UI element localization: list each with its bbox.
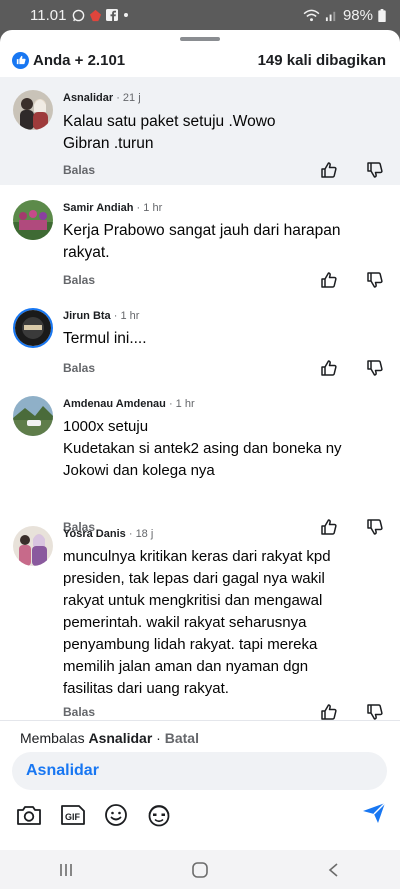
comments-sheet: Anda + 2.101 149 kali dibagikan Asnalida… xyxy=(0,30,400,850)
app-notification-icon xyxy=(90,9,102,21)
comment-text: 1000x setuju Kudetakan si antek2 asing d… xyxy=(63,418,342,479)
comment-meta: Asnalidar · 21 j xyxy=(63,92,141,104)
reply-button[interactable]: Balas xyxy=(63,361,95,375)
emoji-button[interactable] xyxy=(104,803,128,827)
comment-meta: Amdenau Amdenau · 1 hr xyxy=(63,398,195,410)
dislike-icon[interactable] xyxy=(366,703,384,721)
comment-item: Amdenau Amdenau · 1 hr 1000x setuju Kude… xyxy=(0,386,400,535)
comment-time: 18 j xyxy=(135,528,154,540)
reaction-summary-bar: Anda + 2.101 149 kali dibagikan xyxy=(0,47,400,73)
status-bar: 11.01 98% xyxy=(0,0,400,30)
reply-button[interactable]: Balas xyxy=(63,705,95,719)
send-icon xyxy=(363,802,386,823)
dislike-icon[interactable] xyxy=(366,359,384,377)
avatar-sticker-icon xyxy=(148,805,170,827)
dislike-icon[interactable] xyxy=(366,161,384,179)
comment-time: 21 j xyxy=(122,92,141,104)
share-count[interactable]: 149 kali dibagikan xyxy=(258,52,386,69)
gif-button[interactable]: GIF xyxy=(60,804,86,826)
comment-text: Termul ini.... xyxy=(63,330,147,347)
avatar[interactable] xyxy=(13,396,53,436)
like-icon[interactable] xyxy=(320,359,338,377)
comment-meta: Yosra Danis · 18 j xyxy=(63,528,154,540)
cancel-reply-button[interactable]: Batal xyxy=(165,730,199,746)
like-icon[interactable] xyxy=(320,703,338,721)
comment-input[interactable]: Asnalidar xyxy=(12,752,387,790)
gif-icon: GIF xyxy=(61,805,85,825)
commenter-name[interactable]: Yosra Danis xyxy=(63,528,126,540)
comment-item: Yosra Danis · 18 j munculnya kritikan ke… xyxy=(0,516,400,720)
avatar[interactable] xyxy=(13,200,53,240)
battery-icon xyxy=(378,8,386,22)
like-icon[interactable] xyxy=(320,271,338,289)
recent-apps-icon[interactable] xyxy=(58,862,74,878)
comment-item: Asnalidar · 21 j Kalau satu paket setuju… xyxy=(0,77,400,185)
composer-toolbar: GIF xyxy=(16,802,386,828)
like-icon[interactable] xyxy=(320,161,338,179)
commenter-name[interactable]: Asnalidar xyxy=(63,92,113,104)
commenter-name[interactable]: Samir Andiah xyxy=(63,202,134,214)
svg-text:GIF: GIF xyxy=(65,812,81,822)
signal-icon xyxy=(325,11,336,21)
camera-icon xyxy=(17,806,41,825)
reply-button[interactable]: Balas xyxy=(63,163,95,177)
camera-button[interactable] xyxy=(16,804,42,826)
mention-tag: Asnalidar xyxy=(26,762,99,779)
comment-item: Jirun Bta · 1 hr Termul ini.... Balas xyxy=(0,298,400,386)
status-time: 11.01 xyxy=(30,6,67,24)
facebook-icon xyxy=(106,9,119,21)
commenter-name[interactable]: Amdenau Amdenau xyxy=(63,398,166,410)
comment-time: 1 hr xyxy=(143,202,163,214)
comment-time: 1 hr xyxy=(175,398,195,410)
comment-text: Kalau satu paket setuju .Wowo Gibran .tu… xyxy=(63,113,276,152)
drag-handle[interactable] xyxy=(180,37,220,41)
comment-vote-buttons xyxy=(320,359,384,377)
comment-meta: Samir Andiah · 1 hr xyxy=(63,202,163,214)
comment-text: munculnya kritikan keras dari rakyat kpd… xyxy=(63,548,331,697)
avatar[interactable] xyxy=(13,308,53,348)
battery-level: 98% xyxy=(342,6,373,24)
home-icon[interactable] xyxy=(191,861,209,879)
dislike-icon[interactable] xyxy=(366,271,384,289)
commenter-name[interactable]: Jirun Bta xyxy=(63,310,111,322)
like-reaction-icon xyxy=(12,51,29,69)
avatar[interactable] xyxy=(13,90,53,130)
replying-to-name: Asnalidar xyxy=(88,730,153,746)
system-navigation-bar xyxy=(0,850,400,889)
emoji-icon xyxy=(105,804,127,826)
more-notifications-dot xyxy=(124,13,129,17)
comment-text: Kerja Prabowo sangat jauh dari harapan r… xyxy=(63,222,341,261)
reply-composer: Membalas Asnalidar · Batal Asnalidar GIF xyxy=(0,720,400,850)
back-icon[interactable] xyxy=(326,862,342,878)
wifi-icon xyxy=(303,9,320,21)
reply-button[interactable]: Balas xyxy=(63,273,95,287)
avatar-sticker-button[interactable] xyxy=(146,803,172,827)
comment-vote-buttons xyxy=(320,271,384,289)
comment-meta: Jirun Bta · 1 hr xyxy=(63,310,140,322)
notification-icons xyxy=(72,9,129,22)
reaction-count[interactable]: Anda + 2.101 xyxy=(33,52,125,69)
comment-vote-buttons xyxy=(320,703,384,721)
comment-vote-buttons xyxy=(320,161,384,179)
comment-item: Samir Andiah · 1 hr Kerja Prabowo sangat… xyxy=(0,188,400,298)
whatsapp-icon xyxy=(73,9,85,21)
replying-to-indicator: Membalas Asnalidar · Batal xyxy=(20,730,199,746)
comment-time: 1 hr xyxy=(120,310,140,322)
send-button[interactable] xyxy=(362,802,386,829)
avatar[interactable] xyxy=(13,526,53,566)
